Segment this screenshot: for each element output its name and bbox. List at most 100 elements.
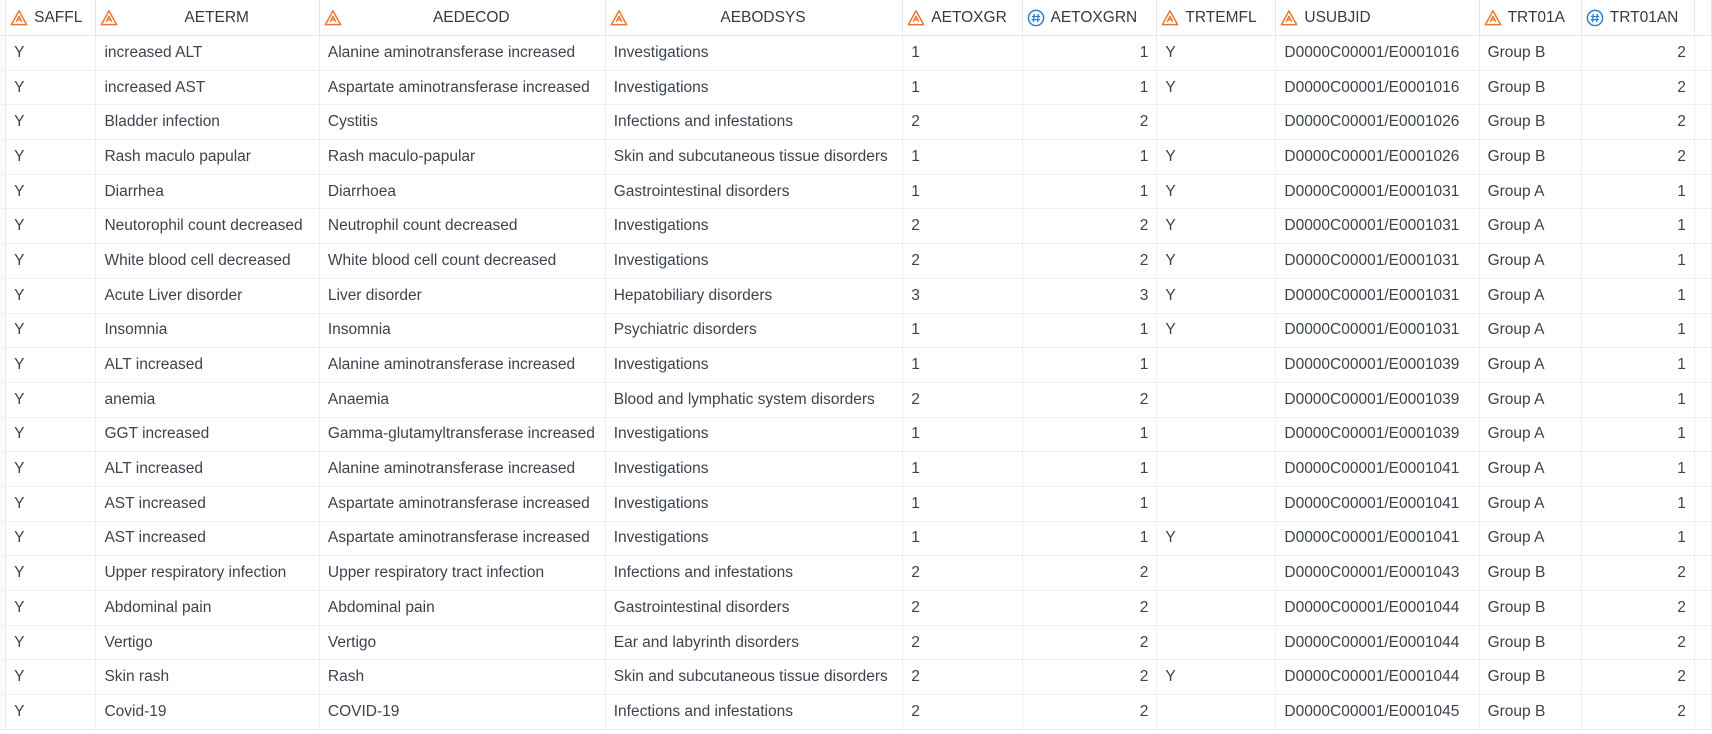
column-header-aebodsys[interactable]: AEBODSYS (605, 0, 904, 36)
cell-aetoxgrn[interactable]: 1 (1022, 313, 1158, 349)
cell-trt01a[interactable]: Group A (1479, 521, 1582, 557)
cell-trt01a[interactable]: Group A (1479, 486, 1582, 522)
cell-usubjid[interactable]: D0000C00001/E0001031 (1275, 313, 1480, 349)
cell-trtemfl[interactable]: Y (1156, 278, 1277, 314)
cell-trtemfl[interactable] (1156, 451, 1277, 487)
cell-trt01an[interactable]: 2 (1581, 139, 1695, 175)
cell-aedecod[interactable]: Liver disorder (319, 278, 606, 314)
cell-trt01a[interactable]: Group B (1479, 70, 1582, 106)
cell-trt01a[interactable]: Group A (1479, 174, 1582, 210)
cell-trt01a[interactable]: Group B (1479, 104, 1582, 141)
cell-usubjid[interactable]: D0000C00001/E0001044 (1275, 590, 1480, 626)
cell-saffl[interactable]: Y (5, 521, 97, 557)
table-row[interactable]: Yanemia Anaemia Blood and lymphatic system… (0, 382, 1712, 418)
cell-trt01an[interactable]: 1 (1581, 347, 1695, 383)
cell-trtemfl[interactable]: Y (1156, 521, 1277, 557)
cell-aeterm[interactable]: increased AST (95, 70, 320, 106)
cell-trt01a[interactable]: Group B (1479, 625, 1582, 661)
cell-trt01a[interactable]: Group B (1479, 694, 1582, 730)
data-grid[interactable]: SAFFL AETERM AEDECOD AEBODSYS AETOXGR AETOXGR… (0, 0, 1712, 734)
cell-trt01a[interactable]: Group B (1479, 590, 1582, 626)
table-row[interactable]: Yincreased ALT Alanine aminotransferase i… (0, 35, 1712, 71)
cell-saffl[interactable]: Y (5, 486, 97, 522)
cell-aetoxgr[interactable]: 2 (902, 104, 1023, 141)
cell-usubjid[interactable]: D0000C00001/E0001039 (1275, 347, 1480, 383)
cell-aetoxgrn[interactable]: 1 (1022, 521, 1158, 557)
cell-aetoxgr[interactable]: 1 (902, 139, 1023, 175)
cell-trt01an[interactable]: 2 (1581, 104, 1695, 141)
cell-aetoxgr[interactable]: 2 (902, 555, 1023, 591)
cell-aeterm[interactable]: AST increased (95, 521, 320, 557)
cell-usubjid[interactable]: D0000C00001/E0001031 (1275, 208, 1480, 245)
cell-saffl[interactable]: Y (5, 70, 97, 106)
cell-trt01a[interactable]: Group A (1479, 417, 1582, 453)
cell-trt01an[interactable]: 2 (1581, 694, 1695, 730)
table-row[interactable]: Y Covid-19 COVID-19 Infections and infestat… (0, 694, 1712, 730)
cell-saffl[interactable]: Y (5, 382, 97, 418)
cell-trtemfl[interactable] (1156, 417, 1277, 453)
cell-aetoxgr[interactable]: 1 (902, 417, 1023, 453)
cell-aebodsys[interactable]: Investigations (605, 347, 904, 383)
cell-aetoxgr[interactable]: 2 (902, 382, 1023, 418)
cell-trt01an[interactable]: 1 (1581, 451, 1695, 487)
cell-trt01a[interactable]: Group B (1479, 555, 1582, 591)
cell-aedecod[interactable]: Gamma-glutamyltransferase increased (319, 417, 606, 453)
cell-saffl[interactable]: Y (5, 659, 97, 696)
cell-aetoxgrn[interactable]: 3 (1022, 278, 1158, 314)
cell-aetoxgr[interactable]: 2 (902, 243, 1023, 279)
cell-aeterm[interactable]: Covid-19 (95, 694, 320, 730)
cell-aetoxgrn[interactable]: 1 (1022, 486, 1158, 522)
cell-usubjid[interactable]: D0000C00001/E0001041 (1275, 521, 1480, 557)
cell-aeterm[interactable]: Vertigo (95, 625, 320, 661)
cell-aebodsys[interactable]: Hepatobiliary disorders (605, 278, 904, 314)
cell-trtemfl[interactable]: Y (1156, 70, 1277, 106)
cell-saffl[interactable]: Y (5, 590, 97, 626)
cell-aetoxgr[interactable]: 1 (902, 486, 1023, 522)
cell-aedecod[interactable]: Rash (319, 659, 606, 696)
cell-trtemfl[interactable] (1156, 555, 1277, 591)
cell-trt01an[interactable]: 1 (1581, 278, 1695, 314)
cell-aebodsys[interactable]: Ear and labyrinth disorders (605, 625, 904, 661)
cell-trtemfl[interactable]: Y (1156, 174, 1277, 210)
cell-aedecod[interactable]: Alanine aminotransferase increased (319, 451, 606, 487)
cell-trt01an[interactable]: 2 (1581, 625, 1695, 661)
table-row[interactable]: Y White blood cell decreased White blood c… (0, 243, 1712, 279)
cell-trtemfl[interactable]: Y (1156, 208, 1277, 245)
cell-aebodsys[interactable]: Skin and subcutaneous tissue disorders (605, 659, 904, 696)
cell-trt01an[interactable]: 1 (1581, 313, 1695, 349)
cell-aetoxgr[interactable]: 1 (902, 35, 1023, 71)
cell-trtemfl[interactable] (1156, 590, 1277, 626)
table-row[interactable]: Y AST increased Aspartate aminotransferase… (0, 486, 1712, 522)
cell-trt01a[interactable]: Group A (1479, 451, 1582, 487)
cell-aetoxgrn[interactable]: 2 (1022, 694, 1158, 730)
cell-trt01an[interactable]: 1 (1581, 521, 1695, 557)
cell-aeterm[interactable]: Bladder infection (95, 104, 320, 141)
cell-aedecod[interactable]: Aspartate aminotransferase increased (319, 486, 606, 522)
cell-usubjid[interactable]: D0000C00001/E0001043 (1275, 555, 1480, 591)
cell-aetoxgr[interactable]: 2 (902, 590, 1023, 626)
cell-usubjid[interactable]: D0000C00001/E0001031 (1275, 174, 1480, 210)
cell-trt01a[interactable]: Group A (1479, 313, 1582, 349)
cell-trt01an[interactable]: 1 (1581, 243, 1695, 279)
column-header-trt01a[interactable]: TRT01A (1479, 0, 1582, 36)
cell-aetoxgrn[interactable]: 2 (1022, 382, 1158, 418)
cell-usubjid[interactable]: D0000C00001/E0001026 (1275, 139, 1480, 175)
cell-aebodsys[interactable]: Gastrointestinal disorders (605, 174, 904, 210)
cell-aetoxgrn[interactable]: 2 (1022, 625, 1158, 661)
table-row[interactable]: Y Insomnia Insomnia Psychiatric disorders 1 1… (0, 313, 1712, 349)
cell-aedecod[interactable]: Neutrophil count decreased (319, 208, 606, 245)
cell-trt01a[interactable]: Group A (1479, 382, 1582, 418)
table-row[interactable]: Y Neutorophil count decreased Neutrophil c… (0, 208, 1712, 245)
cell-trt01an[interactable]: 2 (1581, 555, 1695, 591)
cell-usubjid[interactable]: D0000C00001/E0001016 (1275, 70, 1480, 106)
cell-aeterm[interactable]: Skin rash (95, 659, 320, 696)
cell-aedecod[interactable]: Alanine aminotransferase increased (319, 347, 606, 383)
column-header-aetoxgr[interactable]: AETOXGR (902, 0, 1023, 36)
cell-aedecod[interactable]: Anaemia (319, 382, 606, 418)
cell-usubjid[interactable]: D0000C00001/E0001031 (1275, 278, 1480, 314)
cell-aedecod[interactable]: Insomnia (319, 313, 606, 349)
cell-saffl[interactable]: Y (5, 313, 97, 349)
cell-trt01an[interactable]: 2 (1581, 70, 1695, 106)
cell-trtemfl[interactable] (1156, 486, 1277, 522)
cell-aetoxgr[interactable]: 1 (902, 347, 1023, 383)
